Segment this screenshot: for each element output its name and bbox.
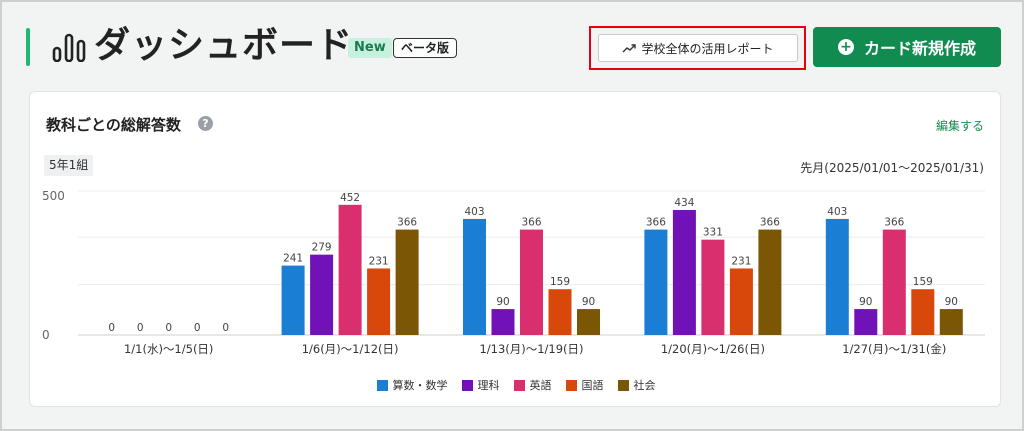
legend-swatch — [461, 379, 473, 391]
data-label: 231 — [369, 255, 389, 267]
bar-3 — [701, 239, 725, 335]
school-report-button[interactable]: 学校全体の活用レポート — [598, 34, 798, 62]
new-badge: New — [348, 38, 392, 58]
bar-chart-icon — [52, 33, 86, 62]
data-label: 0 — [137, 322, 144, 334]
bar-3 — [882, 229, 906, 335]
y-tick-label: 0 — [42, 328, 50, 342]
bar-5 — [577, 309, 600, 335]
data-label: 241 — [283, 253, 303, 265]
x-tick-label: 1/13(月)〜1/19(日) — [479, 342, 583, 356]
data-label: 434 — [674, 197, 694, 209]
bar-chart: 0 500 0 0 0 0 0 1/1(水)〜1/5(日) 241 279 452 231 366 1/6… — [42, 189, 985, 356]
bar-5 — [758, 229, 782, 335]
bar-1 — [281, 265, 305, 335]
legend-item[interactable]: 社会 — [617, 377, 656, 393]
legend-swatch — [617, 379, 629, 391]
data-label: 231 — [731, 255, 751, 267]
create-card-label: カード新規作成 — [863, 39, 976, 58]
app-frame: ダッシュボード New ベータ版 学校全体の活用レポート + カード新規作成 教… — [0, 0, 1024, 431]
title-accent-bar — [26, 28, 30, 66]
data-label: 90 — [945, 296, 958, 308]
chart-legend: 算数・数学 理科 英語 国語 社会 — [30, 377, 1002, 393]
data-label: 90 — [859, 296, 872, 308]
legend-item[interactable]: 英語 — [513, 377, 552, 393]
bar-1 — [463, 218, 486, 335]
bar-3 — [338, 204, 362, 335]
beta-badge: ベータ版 — [393, 38, 458, 58]
legend-swatch — [513, 379, 525, 391]
bar-5 — [939, 309, 963, 335]
legend-swatch — [565, 379, 577, 391]
legend-swatch — [376, 379, 388, 391]
x-tick-label: 1/27(月)〜1/31(金) — [842, 342, 946, 356]
data-label: 0 — [108, 322, 115, 334]
bar-4 — [367, 268, 391, 335]
bar-2 — [854, 309, 878, 335]
bar-4 — [548, 289, 572, 335]
plus-circle-icon: + — [837, 39, 854, 55]
legend-label: 英語 — [529, 379, 552, 392]
subject-answers-card: 教科ごとの総解答数 ? 編集する 5年1組 先月(2025/01/01〜2025… — [29, 91, 1001, 407]
data-label: 0 — [194, 322, 201, 334]
data-label: 366 — [760, 217, 780, 229]
create-card-button[interactable]: + カード新規作成 — [813, 27, 1001, 67]
bar-4 — [729, 268, 753, 335]
legend-label: 社会 — [633, 379, 656, 392]
data-label: 366 — [884, 217, 904, 229]
data-label: 403 — [827, 206, 847, 218]
legend-item[interactable]: 算数・数学 — [376, 377, 448, 393]
bar-3 — [520, 229, 543, 335]
data-label: 366 — [521, 217, 541, 229]
data-label: 366 — [646, 217, 666, 229]
bar-2 — [672, 210, 696, 335]
data-label: 279 — [312, 242, 332, 254]
legend-label: 国語 — [581, 379, 604, 392]
data-label: 0 — [222, 322, 229, 334]
bar-2 — [491, 309, 515, 335]
trend-up-icon — [622, 44, 637, 53]
data-label: 0 — [165, 322, 172, 334]
page-title: ダッシュボード — [94, 25, 354, 66]
legend-item[interactable]: 理科 — [461, 377, 500, 393]
data-label: 90 — [582, 296, 595, 308]
data-label: 403 — [464, 206, 484, 218]
data-label: 159 — [550, 276, 570, 288]
legend-label: 理科 — [477, 379, 500, 392]
x-tick-label: 1/1(水)〜1/5(日) — [124, 342, 213, 356]
data-label: 366 — [397, 217, 417, 229]
data-label: 452 — [340, 192, 360, 204]
bar-2 — [310, 254, 334, 335]
bar-4 — [911, 289, 935, 335]
bar-1 — [644, 229, 668, 335]
data-label: 331 — [703, 227, 723, 239]
school-report-label: 学校全体の活用レポート — [641, 41, 774, 56]
data-label: 159 — [913, 276, 933, 288]
page-header: ダッシュボード New ベータ版 学校全体の活用レポート + カード新規作成 — [2, 2, 1022, 86]
bar-1 — [825, 218, 849, 335]
legend-item[interactable]: 国語 — [565, 377, 604, 393]
bar-5 — [395, 229, 419, 335]
x-tick-label: 1/20(月)〜1/26(日) — [661, 342, 765, 356]
x-tick-label: 1/6(月)〜1/12(日) — [302, 342, 399, 356]
data-label: 90 — [496, 296, 509, 308]
legend-label: 算数・数学 — [392, 379, 448, 392]
y-tick-label: 500 — [42, 189, 65, 203]
